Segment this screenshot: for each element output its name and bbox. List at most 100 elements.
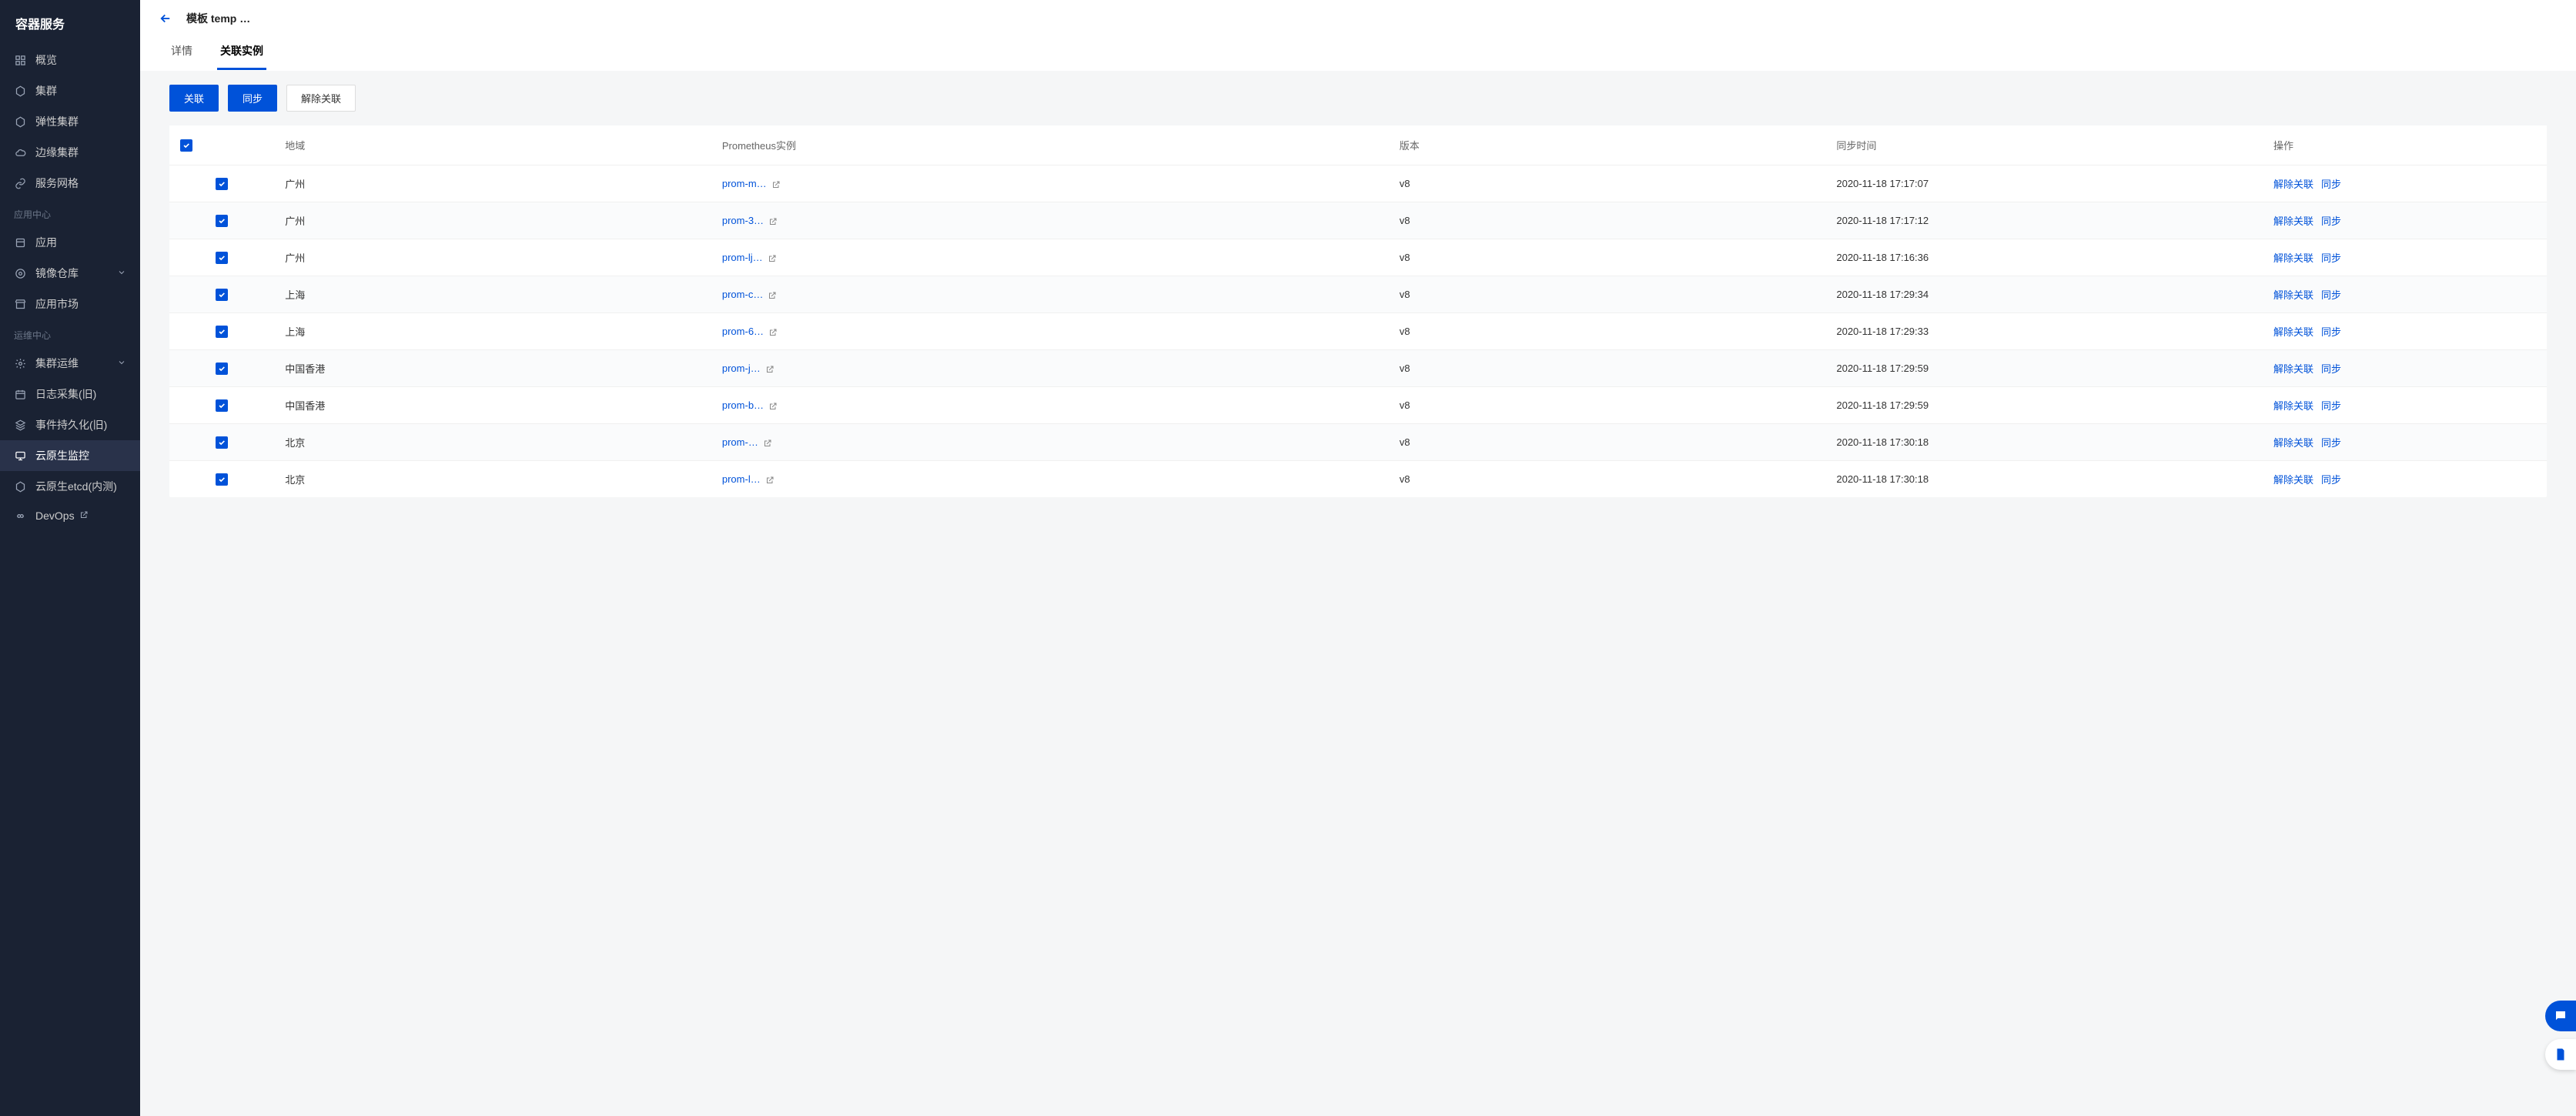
col-synctime-header: 同步时间 xyxy=(1825,125,2263,165)
sidebar-item-devops[interactable]: DevOps xyxy=(0,502,140,530)
tab-detail[interactable]: 详情 xyxy=(168,35,196,70)
row-check-cell xyxy=(169,239,274,276)
sidebar-item-cloud-native-monitor[interactable]: 云原生监控 xyxy=(0,440,140,471)
float-buttons xyxy=(2545,1001,2576,1070)
instance-link[interactable]: prom-j… xyxy=(722,363,761,374)
instance-link[interactable]: prom-3… xyxy=(722,215,764,226)
external-link-icon[interactable] xyxy=(771,180,781,189)
row-sync-link[interactable]: 同步 xyxy=(2321,252,2341,264)
instance-link[interactable]: prom-c… xyxy=(722,289,763,300)
region-cell: 广州 xyxy=(274,165,711,202)
external-link-icon xyxy=(79,510,89,522)
row-unlink-link[interactable]: 解除关联 xyxy=(2273,252,2313,264)
tab-linked[interactable]: 关联实例 xyxy=(217,35,266,70)
row-unlink-link[interactable]: 解除关联 xyxy=(2273,179,2313,190)
back-arrow-icon[interactable] xyxy=(159,12,172,25)
unlink-button[interactable]: 解除关联 xyxy=(286,85,356,112)
external-link-icon[interactable] xyxy=(768,254,777,263)
instance-link[interactable]: prom-l… xyxy=(722,473,761,485)
external-link-icon[interactable] xyxy=(768,402,778,411)
synctime-cell: 2020-11-18 17:30:18 xyxy=(1825,461,2263,498)
region-cell: 北京 xyxy=(274,461,711,498)
link-button[interactable]: 关联 xyxy=(169,85,219,112)
action-bar: 关联 同步 解除关联 xyxy=(169,85,2547,112)
row-unlink-link[interactable]: 解除关联 xyxy=(2273,216,2313,227)
row-sync-link[interactable]: 同步 xyxy=(2321,289,2341,301)
sidebar-item-image-repo[interactable]: 镜像仓库 xyxy=(0,258,140,289)
external-link-icon[interactable] xyxy=(768,217,778,226)
row-check-cell xyxy=(169,165,274,202)
row-sync-link[interactable]: 同步 xyxy=(2321,326,2341,338)
store-icon xyxy=(14,298,26,310)
row-unlink-link[interactable]: 解除关联 xyxy=(2273,289,2313,301)
sidebar-item-label: 服务网格 xyxy=(35,175,79,191)
chevron-down-icon xyxy=(117,267,126,279)
synctime-cell: 2020-11-18 17:16:36 xyxy=(1825,239,2263,276)
row-checkbox[interactable] xyxy=(216,289,228,301)
sidebar-item-app-market[interactable]: 应用市场 xyxy=(0,289,140,319)
row-checkbox[interactable] xyxy=(216,436,228,449)
row-sync-link[interactable]: 同步 xyxy=(2321,216,2341,227)
instance-link[interactable]: prom-… xyxy=(722,436,758,448)
row-unlink-link[interactable]: 解除关联 xyxy=(2273,363,2313,375)
main-area: 模板 temp … 详情关联实例 关联 同步 解除关联 xyxy=(140,0,2576,1116)
sidebar-item-label: DevOps xyxy=(35,510,75,522)
row-checkbox[interactable] xyxy=(216,178,228,190)
table-row: 上海prom-6…v82020-11-18 17:29:33解除关联同步 xyxy=(169,313,2547,350)
instance-link[interactable]: prom-m… xyxy=(722,178,767,189)
row-unlink-link[interactable]: 解除关联 xyxy=(2273,400,2313,412)
sidebar-item-edge-cluster[interactable]: 边缘集群 xyxy=(0,137,140,168)
row-sync-link[interactable]: 同步 xyxy=(2321,179,2341,190)
row-checkbox[interactable] xyxy=(216,473,228,486)
row-sync-link[interactable]: 同步 xyxy=(2321,474,2341,486)
breadcrumb-redacted: … xyxy=(239,12,250,25)
region-cell: 中国香港 xyxy=(274,350,711,387)
instance-link[interactable]: prom-6… xyxy=(722,326,764,337)
sidebar-item-elastic-cluster[interactable]: 弹性集群 xyxy=(0,106,140,137)
instance-link[interactable]: prom-lj… xyxy=(722,252,763,263)
select-all-checkbox[interactable] xyxy=(180,139,192,152)
external-link-icon[interactable] xyxy=(763,439,772,448)
row-checkbox[interactable] xyxy=(216,252,228,264)
row-sync-link[interactable]: 同步 xyxy=(2321,400,2341,412)
row-checkbox[interactable] xyxy=(216,326,228,338)
external-link-icon[interactable] xyxy=(765,365,774,374)
sidebar-item-cluster[interactable]: 集群 xyxy=(0,75,140,106)
row-check-cell xyxy=(169,202,274,239)
sync-button[interactable]: 同步 xyxy=(228,85,277,112)
sidebar-item-overview[interactable]: 概览 xyxy=(0,45,140,75)
instance-link[interactable]: prom-b… xyxy=(722,399,764,411)
table-row: 广州prom-m…v82020-11-18 17:17:07解除关联同步 xyxy=(169,165,2547,202)
row-unlink-link[interactable]: 解除关联 xyxy=(2273,326,2313,338)
sidebar-item-log-old[interactable]: 日志采集(旧) xyxy=(0,379,140,409)
synctime-cell: 2020-11-18 17:29:59 xyxy=(1825,387,2263,424)
chat-float-button[interactable] xyxy=(2545,1001,2576,1031)
col-ops-header: 操作 xyxy=(2263,125,2547,165)
doc-float-button[interactable] xyxy=(2545,1039,2576,1070)
hex-icon xyxy=(14,85,26,97)
version-cell: v8 xyxy=(1389,313,1826,350)
external-link-icon[interactable] xyxy=(765,476,774,485)
external-link-icon[interactable] xyxy=(768,328,778,337)
row-sync-link[interactable]: 同步 xyxy=(2321,363,2341,375)
row-unlink-link[interactable]: 解除关联 xyxy=(2273,437,2313,449)
row-unlink-link[interactable]: 解除关联 xyxy=(2273,474,2313,486)
link-icon xyxy=(14,177,26,189)
breadcrumb: 模板 temp … xyxy=(186,11,250,26)
sidebar-item-event-persist-old[interactable]: 事件持久化(旧) xyxy=(0,409,140,440)
row-checkbox[interactable] xyxy=(216,399,228,412)
region-cell: 上海 xyxy=(274,276,711,313)
row-sync-link[interactable]: 同步 xyxy=(2321,437,2341,449)
external-link-icon[interactable] xyxy=(768,291,777,300)
sidebar-item-label: 边缘集群 xyxy=(35,145,79,160)
row-checkbox[interactable] xyxy=(216,363,228,375)
sidebar-item-service-mesh[interactable]: 服务网格 xyxy=(0,168,140,199)
sidebar-item-app[interactable]: 应用 xyxy=(0,227,140,258)
col-region-header: 地域 xyxy=(274,125,711,165)
sidebar-item-cloud-native-etcd[interactable]: 云原生etcd(内测) xyxy=(0,471,140,502)
table-row: 北京prom-…v82020-11-18 17:30:18解除关联同步 xyxy=(169,424,2547,461)
sidebar: 容器服务 概览集群弹性集群边缘集群服务网格应用中心应用镜像仓库应用市场运维中心集… xyxy=(0,0,140,1116)
row-check-cell xyxy=(169,461,274,498)
sidebar-item-cluster-ops[interactable]: 集群运维 xyxy=(0,348,140,379)
row-checkbox[interactable] xyxy=(216,215,228,227)
